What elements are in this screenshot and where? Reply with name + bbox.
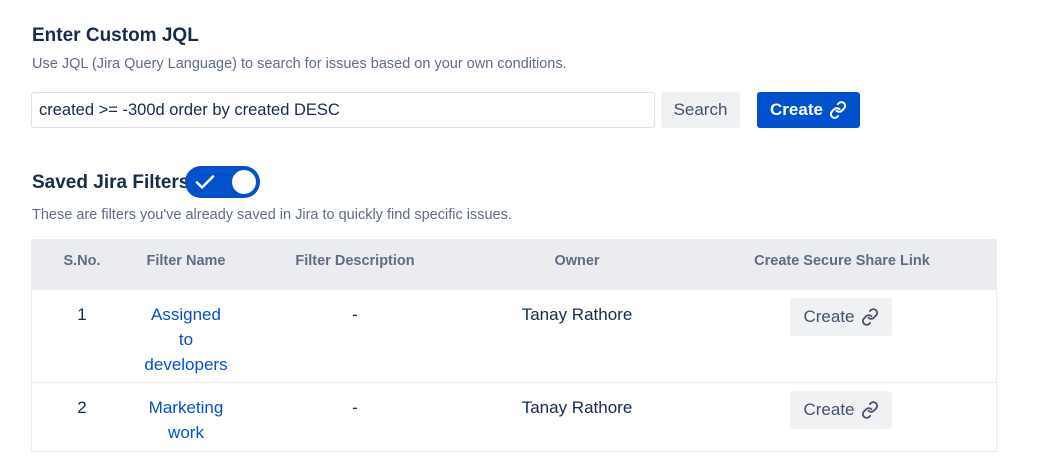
- table-header: S.No. Filter Name Filter Description Own…: [32, 240, 996, 290]
- column-header-filter-name: Filter Name: [146, 253, 226, 269]
- column-header-share-link: Create Secure Share Link: [754, 253, 930, 269]
- check-icon: [195, 174, 215, 195]
- create-jql-link-button[interactable]: Create: [757, 92, 860, 128]
- saved-filters-toggle[interactable]: [185, 166, 260, 198]
- create-button-label: Create: [803, 400, 855, 419]
- column-header-sno: S.No.: [63, 253, 101, 269]
- filter-name-line: Assigned: [151, 305, 221, 324]
- link-icon: [861, 401, 879, 419]
- filter-description: -: [352, 305, 358, 324]
- search-button-label: Search: [673, 100, 728, 119]
- table-row: 2 Marketing work - Tanay Rathore Create: [32, 383, 996, 452]
- filter-name-link[interactable]: Marketing work: [126, 395, 246, 445]
- row-sno: 2: [77, 398, 87, 417]
- saved-filters-title: Saved Jira Filters: [32, 172, 190, 193]
- toggle-knob: [232, 170, 256, 194]
- saved-filters-description: These are filters you've already saved i…: [32, 207, 512, 223]
- filter-name-line: work: [168, 423, 204, 442]
- link-icon: [861, 308, 879, 326]
- filter-description: -: [352, 398, 358, 417]
- custom-jql-description: Use JQL (Jira Query Language) to search …: [32, 56, 567, 72]
- filter-owner: Tanay Rathore: [521, 305, 633, 324]
- create-share-link-button[interactable]: Create: [790, 391, 892, 429]
- saved-filters-table: S.No. Filter Name Filter Description Own…: [31, 239, 997, 452]
- jql-page: Enter Custom JQL Use JQL (Jira Query Lan…: [0, 0, 1046, 474]
- filter-name-line: Marketing: [148, 398, 224, 417]
- link-icon: [829, 101, 847, 119]
- filter-owner: Tanay Rathore: [521, 398, 633, 417]
- jql-query-input[interactable]: [31, 92, 655, 128]
- column-header-owner: Owner: [554, 253, 600, 269]
- filter-name-link[interactable]: Assigned to developers: [126, 302, 246, 377]
- row-sno: 1: [77, 305, 87, 324]
- create-share-link-button[interactable]: Create: [790, 298, 892, 336]
- search-button[interactable]: Search: [661, 92, 740, 128]
- filter-name-line: to: [178, 330, 194, 349]
- filter-name-line: developers: [144, 355, 228, 374]
- table-row: 1 Assigned to developers - Tanay Rathore…: [32, 290, 996, 383]
- custom-jql-title: Enter Custom JQL: [32, 25, 199, 46]
- create-button-label: Create: [803, 307, 855, 326]
- column-header-filter-description: Filter Description: [295, 253, 415, 269]
- create-button-label: Create: [770, 100, 823, 119]
